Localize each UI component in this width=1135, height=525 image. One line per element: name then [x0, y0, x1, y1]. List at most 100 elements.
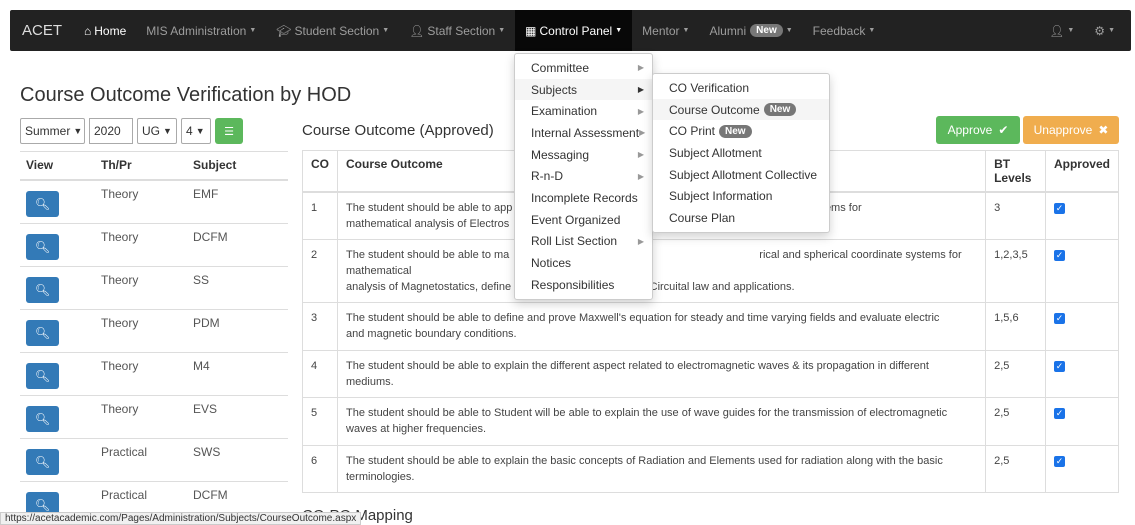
- settings-menu[interactable]: ⚙ ▼: [1084, 10, 1131, 51]
- type-cell: Theory: [95, 179, 187, 223]
- view-button[interactable]: 🔍︎: [26, 190, 59, 217]
- approved-checkbox[interactable]: ✓: [1053, 313, 1065, 324]
- nav-feedback[interactable]: Feedback ▼: [803, 10, 886, 51]
- semester-select[interactable]: 4 ▼: [181, 118, 211, 144]
- nav-control-panel[interactable]: ▦ Control Panel ▼: [515, 10, 633, 51]
- chevron-right-icon: ▶: [639, 128, 646, 138]
- search-icon: 🔍︎: [34, 196, 51, 211]
- view-button[interactable]: 🔍︎: [26, 405, 59, 432]
- view-button[interactable]: 🔍︎: [26, 448, 59, 475]
- menu-item-label: R-n-D: [531, 169, 563, 184]
- gear-icon: ⚙: [1094, 23, 1106, 38]
- co-text: The student should be able to ma rical an…: [336, 239, 987, 303]
- nav-alumni[interactable]: Alumni New ▼: [699, 10, 802, 51]
- co-table-body: 1The student should be able to appdinate…: [302, 191, 1120, 493]
- chevron-down-icon: ▼: [73, 126, 83, 136]
- menu-item-incomplete-records[interactable]: Incomplete Records: [515, 187, 652, 209]
- menu-item-internal-assessment[interactable]: Internal Assessment ▶: [515, 122, 652, 144]
- table-row: 🔍︎ Theory EVS: [20, 394, 288, 438]
- submenu-item-label: CO Print: [669, 124, 716, 139]
- co-text-line: terminologies.: [346, 469, 977, 485]
- col-subject: Subject: [187, 151, 288, 181]
- approved-checkbox[interactable]: ✓: [1053, 455, 1065, 467]
- subject-cell: SWS: [187, 437, 288, 481]
- nav-staff-section[interactable]: 👤︎ Staff Section ▼: [399, 10, 515, 51]
- approved-cell: ✓: [1044, 239, 1120, 303]
- co-text-part: terminologies.: [346, 470, 415, 483]
- caret-down-icon: ▼: [498, 27, 506, 34]
- status-bar-url: https://acetacademic.com/Pages/Administr…: [0, 512, 362, 525]
- col-th-pr: Th/Pr: [95, 151, 187, 181]
- menu-item-messaging[interactable]: Messaging ▶: [515, 144, 652, 166]
- col-bt-levels: BT Levels: [985, 150, 1046, 193]
- view-cell: 🔍︎: [20, 437, 95, 481]
- chevron-down-icon: ▼: [195, 126, 205, 136]
- submenu-item-subject-allotment[interactable]: Subject Allotment: [653, 142, 829, 164]
- level-select[interactable]: UG ▼: [137, 118, 177, 144]
- chevron-right-icon: ▶: [637, 171, 644, 181]
- home-icon: ⌂: [84, 23, 92, 38]
- submenu-item-co-verification[interactable]: CO Verification: [653, 77, 829, 99]
- nav-feedback-label: Feedback: [812, 23, 866, 38]
- approved-checkbox[interactable]: ✓: [1053, 250, 1065, 261]
- subject-cell: PDM: [187, 308, 288, 352]
- menu-item-label: Subjects: [531, 82, 578, 97]
- list-icon: ☰: [224, 125, 234, 138]
- year-input[interactable]: 2020: [89, 118, 133, 144]
- menu-item-event-organized[interactable]: Event Organized: [515, 209, 652, 231]
- approved-checkbox[interactable]: ✓: [1053, 360, 1065, 372]
- caret-down-icon: ▼: [868, 27, 876, 34]
- user-menu[interactable]: 👤︎ ▼: [1039, 10, 1084, 51]
- close-icon: ✖: [1098, 123, 1109, 137]
- view-button[interactable]: 🔍︎: [26, 276, 59, 303]
- col-view: View: [20, 151, 95, 181]
- submenu-item-subject-information[interactable]: Subject Information: [653, 185, 829, 207]
- caret-down-icon: ▼: [382, 27, 390, 34]
- view-button[interactable]: 🔍︎: [26, 233, 59, 260]
- table-row: 🔍︎ Theory DCFM: [20, 222, 288, 266]
- co-text-part: waves at higher frequencies.: [346, 423, 487, 435]
- menu-item-r-n-d[interactable]: R-n-D ▶: [515, 165, 652, 187]
- nav-student-section[interactable]: 🎓︎ Student Section ▼: [266, 10, 399, 51]
- view-button[interactable]: 🔍︎: [26, 319, 59, 346]
- approved-checkbox[interactable]: ✓: [1053, 408, 1065, 419]
- submenu-item-subject-allotment-collective[interactable]: Subject Allotment Collective: [653, 164, 829, 186]
- brand-logo[interactable]: ACET: [10, 10, 74, 51]
- submenu-item-course-plan[interactable]: Course Plan: [653, 207, 829, 229]
- menu-item-examination[interactable]: Examination ▶: [515, 100, 652, 122]
- nav-home[interactable]: ⌂ Home: [74, 10, 136, 51]
- session-select[interactable]: Summer ▼: [20, 118, 85, 144]
- chevron-right-icon: ▶: [637, 85, 644, 95]
- co-text: The student should be able to explain th…: [336, 444, 987, 493]
- bt-levels-cell: 1,2,3,5: [985, 239, 1046, 303]
- nav-mentor[interactable]: Mentor ▼: [632, 10, 699, 51]
- subject-cell: DCFM: [187, 222, 288, 266]
- chevron-right-icon: ▶: [637, 106, 644, 116]
- nav-mis-label: MIS Administration: [146, 23, 247, 38]
- co-text-line: The student should be able to define and…: [346, 310, 977, 326]
- approve-button[interactable]: Approve ✔: [936, 116, 1020, 144]
- menu-item-subjects[interactable]: Subjects ▶: [515, 78, 652, 101]
- menu-item-committee[interactable]: Committee ▶: [515, 57, 652, 79]
- approved-cell: ✓: [1044, 397, 1120, 446]
- nav-mis-administration[interactable]: MIS Administration ▼: [136, 10, 266, 51]
- list-button[interactable]: ☰: [215, 118, 243, 144]
- menu-item-notices[interactable]: Notices: [515, 252, 652, 274]
- chevron-down-icon: ▼: [163, 126, 172, 136]
- approved-cell: ✓: [1044, 444, 1120, 493]
- submenu-item-co-print[interactable]: CO Print New: [653, 120, 829, 142]
- co-text-line: The student should be able to ma rical an…: [346, 247, 977, 279]
- menu-item-responsibilities[interactable]: Responsibilities: [515, 274, 652, 296]
- approved-checkbox[interactable]: ✓: [1053, 203, 1065, 214]
- menu-item-roll-list-section[interactable]: Roll List Section ▶: [515, 231, 652, 253]
- graduation-cap-icon: 🎓︎: [276, 23, 292, 38]
- bt-levels-cell: 3: [985, 191, 1046, 240]
- submenu-item-course-outcome[interactable]: Course Outcome New: [653, 98, 829, 121]
- nav-alumni-label: Alumni: [709, 23, 747, 38]
- unapprove-button[interactable]: Unapprove ✖: [1023, 116, 1119, 144]
- menu-item-label: Responsibilities: [531, 277, 615, 292]
- co-row: 5 The student should be able to Student w…: [302, 397, 1120, 446]
- co-text-line: waves at higher frequencies.: [346, 421, 977, 437]
- view-button[interactable]: 🔍︎: [26, 362, 59, 389]
- subject-cell: EVS: [187, 394, 288, 438]
